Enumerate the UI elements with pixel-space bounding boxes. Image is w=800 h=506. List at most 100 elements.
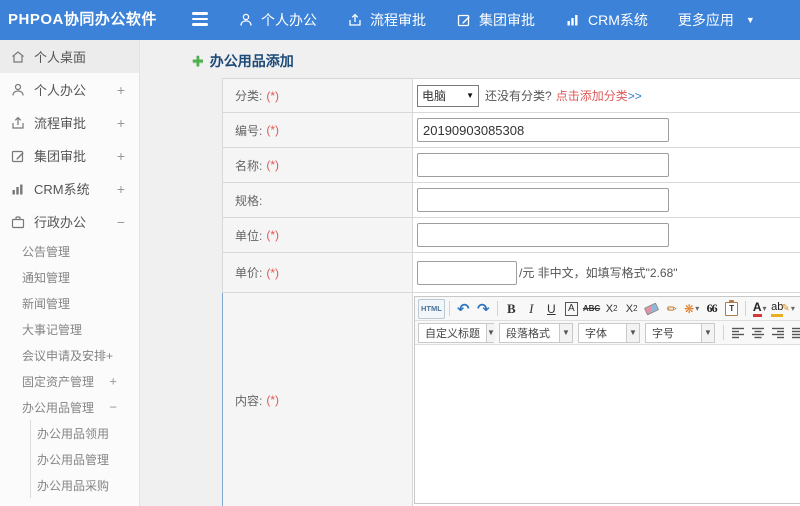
nav-group-approval[interactable]: 集团审批 [456, 10, 535, 30]
sidebar-item-label: 个人办公 [34, 83, 87, 98]
collapse-minus-icon[interactable]: − [109, 400, 117, 415]
expand-plus-icon[interactable]: + [117, 115, 125, 131]
nav-more-apps[interactable]: 更多应用 ▼ [678, 10, 755, 30]
price-input[interactable] [417, 260, 517, 285]
category-hint: 还没有分类? [485, 89, 552, 103]
sidebar-item-announcement-mgmt[interactable]: 公告管理 [0, 238, 139, 264]
price-label-cell: 单价: (*) [223, 253, 413, 292]
process-icon [347, 12, 363, 28]
add-plus-icon: ✚ [192, 52, 204, 69]
nav-personal-office[interactable]: 个人办公 [238, 10, 317, 30]
hamburger-menu-icon[interactable] [192, 12, 210, 28]
underline-button[interactable]: U [542, 299, 561, 319]
nav-label: 个人办公 [261, 12, 317, 28]
sidebar-item-news-mgmt[interactable]: 新闻管理 [0, 290, 139, 316]
expand-plus-icon[interactable]: + [117, 82, 125, 98]
select-arrow-icon: ▼ [466, 91, 474, 100]
blockquote-button[interactable]: 66 [702, 299, 721, 319]
nav-crm-system[interactable]: CRM系统 [565, 10, 648, 30]
caret-down-icon: ▾ [790, 304, 795, 313]
sidebar-item-supplies-claim[interactable]: 办公用品领用 [31, 420, 139, 446]
unit-input[interactable] [417, 223, 669, 247]
sidebar-item-process-approval[interactable]: 流程审批 + [0, 106, 139, 139]
strikethrough-button[interactable]: ABC [582, 299, 601, 319]
name-input[interactable] [417, 153, 669, 177]
sidebar-item-personal-office[interactable]: 个人办公 + [0, 73, 139, 106]
align-justify-icon[interactable] [788, 323, 800, 343]
sidebar-item-admin-office[interactable]: 行政办公 − [0, 205, 139, 238]
form-row-price: 单价: (*) /元 非中文，如填写格式"2.68" [222, 253, 800, 293]
sidebar-item-supplies-manage[interactable]: 办公用品管理 [31, 446, 139, 472]
required-mark: (*) [266, 228, 280, 242]
sidebar-item-crm-system[interactable]: CRM系统 + [0, 172, 139, 205]
page-title-text: 办公用品添加 [209, 53, 294, 69]
nav-label: 更多应用 [677, 12, 734, 28]
align-left-icon[interactable] [728, 323, 747, 343]
required-mark: (*) [266, 158, 280, 172]
caret-down-icon: ▼ [745, 15, 755, 25]
required-mark: (*) [266, 88, 280, 103]
background-color-button[interactable]: ab ✎ ▾ [770, 299, 796, 319]
app-logo: PHPOA协同办公软件 [8, 11, 157, 28]
remove-format-eraser-icon[interactable] [642, 299, 661, 319]
auto-format-icon[interactable]: ❋ ▾ [682, 299, 701, 319]
font-size-dropdown[interactable]: 字号 ▼ [645, 322, 715, 343]
align-right-icon[interactable] [768, 323, 787, 343]
italic-button[interactable]: I [522, 299, 541, 319]
sidebar-item-label: 集团审批 [34, 149, 87, 164]
home-icon [10, 49, 26, 65]
sidebar-item-group-approval[interactable]: 集团审批 + [0, 139, 139, 172]
sidebar-item-supplies-purchase[interactable]: 办公用品采购 [31, 472, 139, 498]
user-icon [238, 12, 254, 28]
font-family-dropdown[interactable]: 字体 ▼ [578, 322, 640, 343]
sidebar-item-meeting-mgmt[interactable]: 会议申请及安排+ [0, 342, 139, 368]
sidebar-item-events-mgmt[interactable]: 大事记管理 [0, 316, 139, 342]
expand-plus-icon[interactable]: + [109, 374, 117, 389]
paste-icon[interactable]: T [722, 299, 741, 319]
bold-button[interactable]: B [502, 299, 521, 319]
required-mark: (*) [266, 393, 280, 407]
sidebar-item-label: 流程审批 [34, 116, 87, 131]
editor-content-area[interactable] [415, 345, 800, 503]
caret-down-icon: ▾ [695, 304, 700, 313]
align-center-icon[interactable] [748, 323, 767, 343]
nav-label: 集团审批 [479, 12, 535, 28]
paragraph-format-dropdown[interactable]: 段落格式 ▼ [499, 322, 573, 343]
spec-input[interactable] [417, 188, 669, 212]
expand-plus-icon[interactable]: + [117, 181, 125, 197]
toolbar-separator [723, 325, 724, 340]
user-icon [10, 82, 26, 98]
category-select[interactable]: 电脑 ▼ [417, 84, 479, 107]
sidebar-item-office-supplies-mgmt[interactable]: 办公用品管理 − [0, 394, 139, 420]
dropdown-arrow-icon: ▼ [486, 323, 495, 342]
nav-label: CRM系统 [588, 12, 648, 28]
superscript-button[interactable]: X2 [602, 299, 621, 319]
editor-toolbar-row2: 自定义标题 ▼ 段落格式 ▼ 字体 ▼ 字号 ▼ [415, 321, 800, 345]
collapse-minus-icon[interactable]: − [117, 214, 125, 230]
name-label-cell: 名称: (*) [223, 148, 413, 182]
screen: PHPOA协同办公软件 个人办公 流程审批 集团审批 CRM系统 更多应用 ▼ … [0, 0, 800, 506]
sidebar-item-fixed-assets-mgmt[interactable]: 固定资产管理 + [0, 368, 139, 394]
subscript-button[interactable]: X2 [622, 299, 641, 319]
sidebar-item-notice-mgmt[interactable]: 通知管理 [0, 264, 139, 290]
add-category-link[interactable]: 点击添加分类 [556, 87, 628, 104]
redo-icon[interactable]: ↷ [474, 299, 493, 319]
category-label-cell: 分类: (*) [223, 79, 413, 112]
required-mark: (*) [266, 265, 280, 280]
nav-process-approval[interactable]: 流程审批 [347, 10, 426, 30]
format-brush-icon[interactable]: ✏ [662, 299, 681, 319]
char-border-button[interactable]: A [562, 299, 581, 319]
content-label-cell: 内容: (*) [223, 293, 413, 506]
crm-chart-icon [565, 12, 581, 28]
add-category-link-arrows[interactable]: >> [628, 89, 642, 103]
spec-label-cell: 规格: [223, 183, 413, 217]
custom-title-dropdown[interactable]: 自定义标题 ▼ [418, 322, 495, 343]
code-input[interactable] [417, 118, 669, 142]
expand-plus-icon[interactable]: + [117, 148, 125, 164]
font-color-button[interactable]: A ▾ [750, 299, 769, 319]
sidebar-item-personal-desktop[interactable]: 个人桌面 [0, 40, 139, 73]
unit-label-cell: 单位: (*) [223, 218, 413, 252]
form-row-category: 分类: (*) 电脑 ▼ 还没有分类? 点击添加分类 >> [222, 79, 800, 113]
source-code-button[interactable]: HTML [418, 298, 445, 319]
undo-icon[interactable]: ↶ [454, 299, 473, 319]
